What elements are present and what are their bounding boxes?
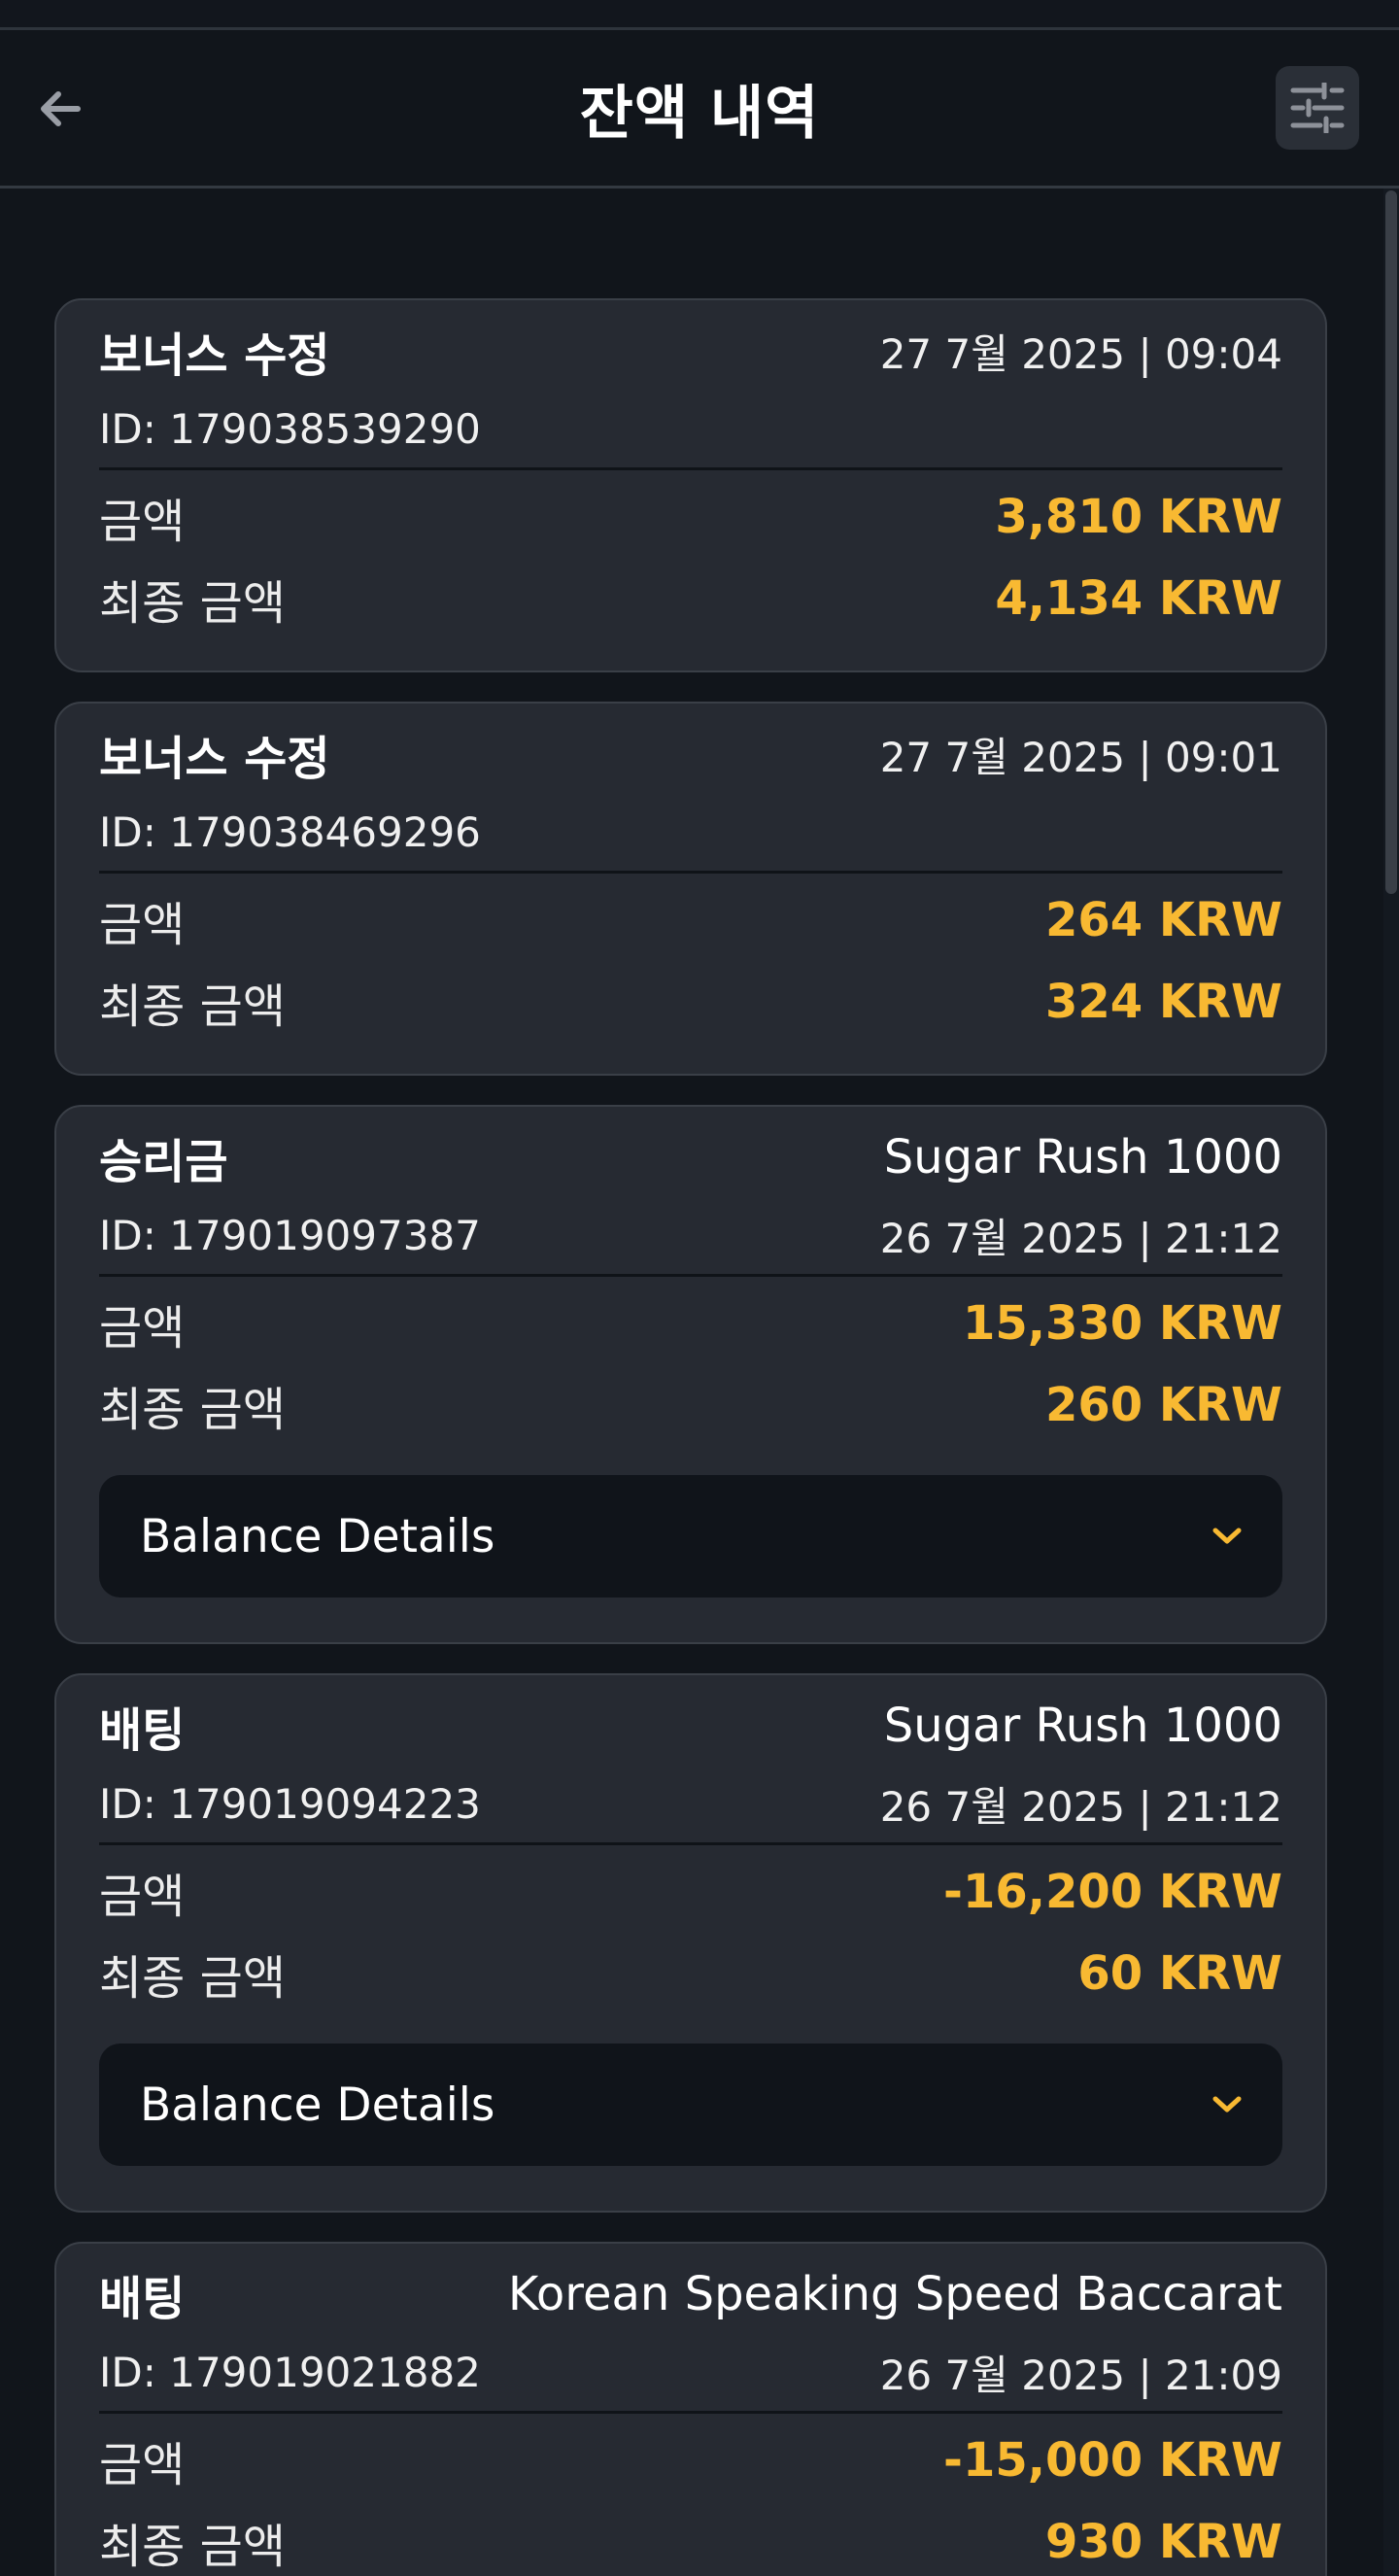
- transaction-id: ID: 179019021882: [99, 2348, 481, 2396]
- final-amount-value: 930 KRW: [1044, 2515, 1282, 2569]
- transaction-id: ID: 179019094223: [99, 1779, 481, 1828]
- sliders-icon: [1290, 83, 1345, 133]
- card-id-row: ID: 179038469296: [99, 793, 1282, 871]
- final-amount-row: 최종 금액 930 KRW: [99, 2501, 1282, 2576]
- transaction-date: 26 7월 2025 | 21:12: [879, 1214, 1282, 1262]
- transaction-card: 배팅 Korean Speaking Speed Baccarat ID: 17…: [54, 2242, 1327, 2576]
- page-title: 잔액 내역: [579, 79, 820, 148]
- amount-label: 금액: [99, 1301, 186, 1356]
- amount-label: 금액: [99, 2438, 186, 2492]
- balance-details-label: Balance Details: [140, 1509, 495, 1563]
- scrollbar-thumb[interactable]: [1385, 190, 1397, 894]
- transaction-card: 보너스 수정 27 7월 2025 | 09:04 ID: 1790385392…: [54, 298, 1327, 672]
- chevron-down-icon: [1211, 2094, 1244, 2115]
- amount-label: 금액: [99, 898, 186, 952]
- transaction-type: 보너스 수정: [99, 732, 330, 786]
- transaction-date: 27 7월 2025 | 09:04: [879, 329, 1282, 378]
- transaction-card: 승리금 Sugar Rush 1000 ID: 179019097387 26 …: [54, 1105, 1327, 1644]
- transaction-id: ID: 179038539290: [99, 404, 481, 453]
- card-header-row: 배팅 Sugar Rush 1000: [99, 1675, 1282, 1765]
- transaction-card: 배팅 Sugar Rush 1000 ID: 179019094223 26 7…: [54, 1673, 1327, 2213]
- final-amount-row: 최종 금액 4,134 KRW: [99, 558, 1282, 639]
- transaction-id: ID: 179019097387: [99, 1211, 481, 1259]
- card-header-row: 승리금 Sugar Rush 1000: [99, 1107, 1282, 1196]
- card-divider: [99, 871, 1282, 874]
- status-strip: [0, 0, 1399, 30]
- amount-row: 금액 3,810 KRW: [99, 476, 1282, 558]
- balance-details-toggle[interactable]: Balance Details: [99, 2044, 1282, 2166]
- card-id-row: ID: 179019094223 26 7월 2025 | 21:12: [99, 1765, 1282, 1842]
- final-amount-label: 최종 금액: [99, 2520, 286, 2574]
- filter-button[interactable]: [1276, 66, 1359, 150]
- final-amount-label: 최종 금액: [99, 576, 286, 631]
- amount-label: 금액: [99, 1870, 186, 1924]
- card-divider: [99, 1842, 1282, 1845]
- game-name: Korean Speaking Speed Baccarat: [507, 2267, 1282, 2321]
- amount-row: 금액 264 KRW: [99, 879, 1282, 961]
- card-divider: [99, 467, 1282, 470]
- amount-row: 금액 -15,000 KRW: [99, 2420, 1282, 2501]
- transaction-type: 배팅: [99, 2272, 186, 2326]
- final-amount-row: 최종 금액 324 KRW: [99, 961, 1282, 1043]
- amount-value: 3,810 KRW: [995, 490, 1282, 544]
- amount-value: 264 KRW: [1044, 893, 1282, 947]
- card-divider: [99, 1274, 1282, 1277]
- transaction-date: 27 7월 2025 | 09:01: [879, 733, 1282, 781]
- game-name: Sugar Rush 1000: [883, 1130, 1282, 1185]
- card-id-row: ID: 179038539290: [99, 390, 1282, 467]
- card-header-row: 보너스 수정 27 7월 2025 | 09:01: [99, 704, 1282, 793]
- transaction-type: 보너스 수정: [99, 328, 330, 383]
- final-amount-value: 260 KRW: [1044, 1378, 1282, 1432]
- amount-label: 금액: [99, 495, 186, 549]
- game-name: Sugar Rush 1000: [883, 1699, 1282, 1753]
- transaction-list: 보너스 수정 27 7월 2025 | 09:04 ID: 1790385392…: [54, 298, 1327, 2576]
- amount-row: 금액 -16,200 KRW: [99, 1851, 1282, 1933]
- card-divider: [99, 2411, 1282, 2414]
- final-amount-label: 최종 금액: [99, 979, 286, 1034]
- balance-history-screen: 잔액 내역 보너스 수정 27 7월 2025 | 09:04 ID: 1790…: [0, 0, 1399, 2576]
- final-amount-value: 60 KRW: [1077, 1946, 1282, 2001]
- card-id-row: ID: 179019021882 26 7월 2025 | 21:09: [99, 2333, 1282, 2411]
- transaction-date: 26 7월 2025 | 21:09: [879, 2351, 1282, 2399]
- top-bar: 잔액 내역: [0, 30, 1399, 189]
- chevron-down-icon: [1211, 1526, 1244, 1547]
- card-id-row: ID: 179019097387 26 7월 2025 | 21:12: [99, 1196, 1282, 1274]
- transaction-id: ID: 179038469296: [99, 807, 481, 856]
- amount-value: -16,200 KRW: [943, 1865, 1282, 1919]
- transaction-date: 26 7월 2025 | 21:12: [879, 1782, 1282, 1831]
- card-header-row: 배팅 Korean Speaking Speed Baccarat: [99, 2244, 1282, 2333]
- amount-row: 금액 15,330 KRW: [99, 1283, 1282, 1364]
- back-button[interactable]: [25, 74, 95, 144]
- final-amount-row: 최종 금액 260 KRW: [99, 1364, 1282, 1446]
- final-amount-value: 4,134 KRW: [995, 571, 1282, 626]
- card-header-row: 보너스 수정 27 7월 2025 | 09:04: [99, 300, 1282, 390]
- transaction-type: 승리금: [99, 1135, 228, 1189]
- balance-details-toggle[interactable]: Balance Details: [99, 1475, 1282, 1597]
- final-amount-label: 최종 금액: [99, 1951, 286, 2006]
- arrow-left-icon: [41, 91, 81, 126]
- final-amount-row: 최종 금액 60 KRW: [99, 1933, 1282, 2014]
- transaction-card: 보너스 수정 27 7월 2025 | 09:01 ID: 1790384692…: [54, 702, 1327, 1076]
- final-amount-value: 324 KRW: [1044, 975, 1282, 1029]
- final-amount-label: 최종 금액: [99, 1383, 286, 1437]
- amount-value: -15,000 KRW: [943, 2433, 1282, 2488]
- transaction-type: 배팅: [99, 1703, 186, 1758]
- balance-details-label: Balance Details: [140, 2078, 495, 2132]
- amount-value: 15,330 KRW: [962, 1296, 1282, 1351]
